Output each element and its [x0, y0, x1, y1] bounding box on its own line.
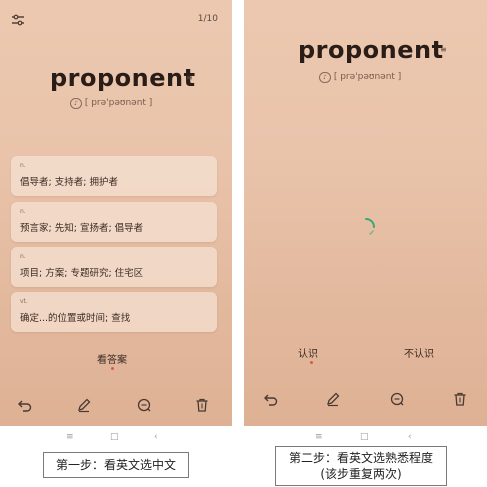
edit-button[interactable]: [325, 391, 341, 407]
speaker-icon[interactable]: ♪: [70, 98, 82, 109]
nav-back-icon[interactable]: ‹: [408, 432, 412, 442]
panel-divider: [232, 0, 244, 426]
delete-button[interactable]: [452, 391, 468, 407]
undo-icon: [18, 400, 32, 412]
step2-screen: proponent ≡ ♪[ prə'pəʊnənt ] 认识 不认识: [244, 0, 487, 426]
pencil-icon: [327, 392, 340, 407]
option-definition: 项目; 方案; 专题研究; 住宅区: [20, 268, 144, 279]
settings-button[interactable]: [10, 12, 26, 28]
step2-caption: 第二步：看英文选熟悉程度 (该步重复两次): [275, 446, 447, 486]
nav-home-icon[interactable]: □: [360, 432, 369, 442]
option-definition: 倡导者; 支持者; 拥护者: [20, 177, 118, 188]
step2-caption-line1: 第二步：看英文选熟悉程度: [288, 451, 433, 465]
sliders-icon: [12, 14, 24, 26]
step1-screen: 1/10 proponent ≡ ♪[ prə'pəʊnənt ] n. 倡导者…: [0, 0, 232, 426]
search-button[interactable]: [136, 397, 152, 413]
nav-menu-icon[interactable]: ≡: [315, 432, 323, 442]
loading-spinner: [355, 216, 377, 238]
undo-button[interactable]: [263, 391, 279, 407]
option-card-3[interactable]: n. 项目; 方案; 专题研究; 住宅区: [11, 247, 217, 287]
option-card-2[interactable]: n. 预言家; 先知; 宣扬者; 倡导者: [11, 202, 217, 242]
option-pos: vt.: [20, 298, 28, 305]
nav-home-icon[interactable]: □: [110, 432, 119, 442]
step1-caption: 第一步：看英文选中文: [43, 452, 189, 478]
undo-icon: [264, 394, 278, 406]
dont-know-button[interactable]: 不认识: [404, 345, 434, 360]
search-button[interactable]: [389, 391, 405, 407]
trash-icon: [454, 392, 466, 406]
word-menu-icon[interactable]: ≡: [440, 45, 447, 54]
option-pos: n.: [20, 208, 26, 215]
pencil-icon: [78, 398, 91, 413]
search-icon: [390, 392, 404, 406]
delete-button[interactable]: [194, 397, 210, 413]
phonetic-row: ♪[ prə'pəʊnənt ]: [319, 72, 401, 83]
know-button[interactable]: 认识: [298, 345, 318, 360]
nav-back-icon[interactable]: ‹: [154, 432, 158, 442]
undo-button[interactable]: [17, 397, 33, 413]
trash-icon: [196, 398, 208, 412]
option-pos: n.: [20, 253, 26, 260]
step2-caption-line2: (该步重复两次): [320, 467, 402, 481]
phonetic-text: [ prə'pəʊnənt ]: [84, 98, 153, 108]
phonetic-row: ♪[ prə'pəʊnənt ]: [70, 98, 152, 109]
word-menu-icon[interactable]: ≡: [186, 73, 193, 82]
spinner-icon: [365, 218, 375, 235]
accent-dot: [310, 361, 313, 364]
progress-counter: 1/10: [197, 14, 218, 24]
nav-menu-icon[interactable]: ≡: [66, 432, 74, 442]
option-card-4[interactable]: vt. 确定...的位置或时间; 查找: [11, 292, 217, 332]
option-pos: n.: [20, 162, 26, 169]
search-icon: [137, 398, 151, 412]
word-title: proponent: [298, 36, 444, 64]
show-answer-button[interactable]: 看答案: [97, 351, 127, 366]
word-title: proponent: [50, 64, 196, 92]
edit-button[interactable]: [76, 397, 92, 413]
option-card-1[interactable]: n. 倡导者; 支持者; 拥护者: [11, 156, 217, 196]
speaker-icon[interactable]: ♪: [319, 72, 331, 83]
option-definition: 预言家; 先知; 宣扬者; 倡导者: [20, 223, 144, 234]
phonetic-text: [ prə'pəʊnənt ]: [333, 72, 402, 82]
step1-caption-text: 第一步：看英文选中文: [55, 458, 176, 472]
accent-dot: [111, 367, 114, 370]
option-definition: 确定...的位置或时间; 查找: [20, 313, 131, 324]
